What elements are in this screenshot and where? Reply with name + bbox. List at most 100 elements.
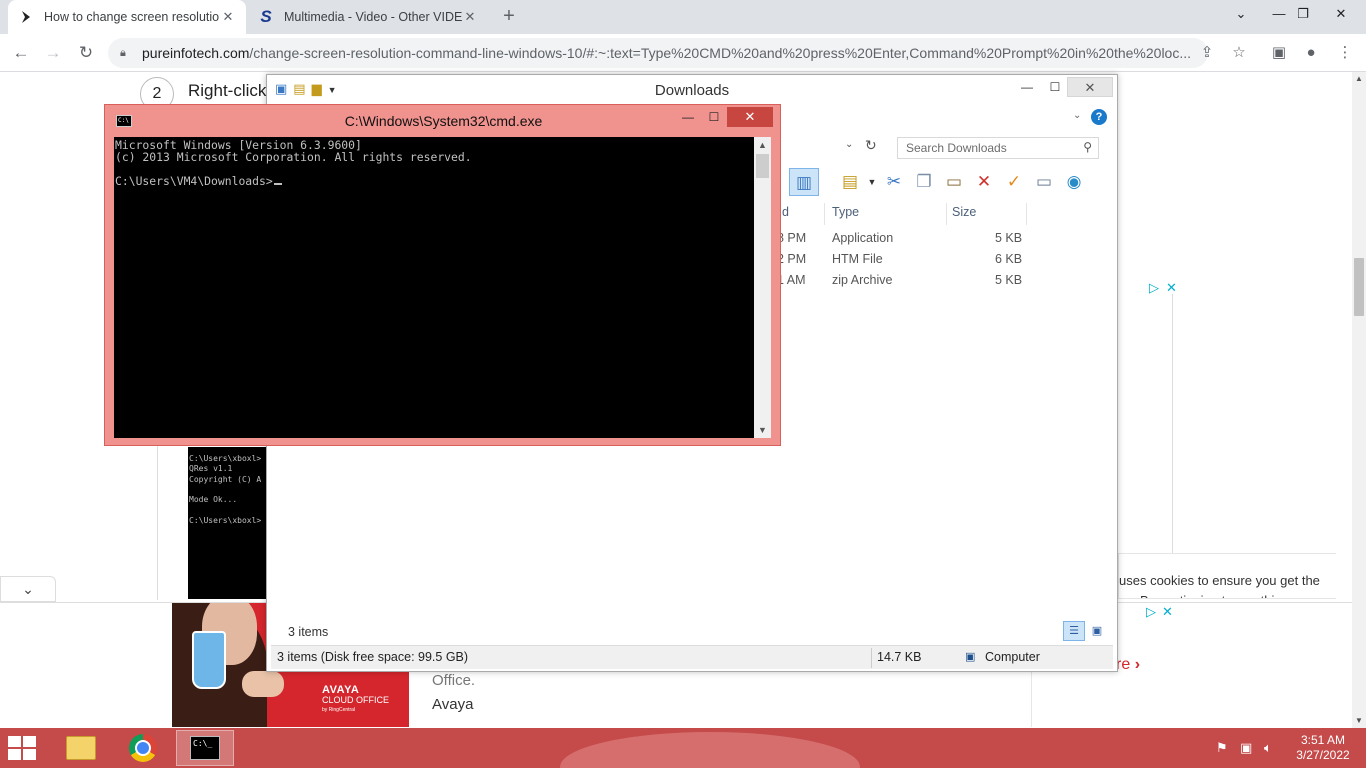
tab-multimedia-video[interactable]: S Multimedia - Video - Other VIDEO ✕ [248,0,488,34]
copy-icon[interactable]: ❐ [909,168,939,196]
ad-learn-more-link[interactable]: re › [1116,656,1140,674]
action-center-flag-icon[interactable]: ⚑ [1216,740,1228,756]
properties-check-icon[interactable]: ▤ [835,168,865,196]
cookie-text-line-1: uses cookies to ensure you get the [1119,573,1320,588]
scroll-down-icon[interactable]: ▼ [1352,714,1366,728]
rename-check-icon[interactable]: ✓ [999,168,1029,196]
address-dropdown-icon[interactable]: ⌄ [845,139,853,150]
scroll-up-icon[interactable]: ▲ [754,137,771,153]
address-bar[interactable]: 🔒︎ pureinfotech.com/change-screen-resolu… [108,38,1208,68]
column-type[interactable]: Type [827,203,947,225]
details-view-icon[interactable]: ☰ [1063,621,1085,641]
column-date[interactable]: d [777,203,825,225]
lock-icon: 🔒︎ [120,46,126,59]
side-panel-icon[interactable]: ▣ [1268,42,1290,64]
reload-icon[interactable]: ↻ [75,42,97,64]
share-icon[interactable]: ⇪ [1196,42,1218,64]
forward-arrow-icon[interactable]: → [42,42,64,64]
taskbar: C:\_ ⚑ ▣ 🔈︎ 3:51 AM 3/27/2022 [0,728,1366,768]
cookie-text-line-2: ce. By continuing to use this [1119,591,1336,598]
search-icon: ⚲ [1083,140,1092,154]
explorer-status-bar: 3 items (Disk free space: 99.5 GB) 14.7 … [271,645,1113,669]
explorer-title: Downloads [654,82,730,99]
pureinfotech-icon [18,9,34,25]
ad-close-icon[interactable]: ✕ [1166,280,1177,296]
text-field-icon[interactable]: ▭ [1029,168,1059,196]
collapse-chevron-down-icon[interactable]: ⌄ [0,576,56,602]
clock-time: 3:51 AM [1300,733,1346,747]
cmd-maximize-button[interactable]: ☐ [701,107,727,127]
tab-title: How to change screen resolution [44,10,220,24]
search-downloads-input[interactable]: Search Downloads ⚲ [897,137,1099,159]
cookie-notice: uses cookies to ensure you get the ce. B… [1118,553,1336,599]
command-prompt-window: C:\ C:\Windows\System32\cmd.exe — ☐ ✕ Mi… [104,104,781,446]
tab-strip: How to change screen resolution ✕ S Mult… [0,0,1366,34]
close-tab-icon[interactable]: ✕ [220,9,236,25]
file-row[interactable]: 1 AM zip Archive 5 KB [777,271,1107,292]
scrollbar-thumb[interactable] [756,154,769,178]
preview-pane-icon[interactable]: ▥ [789,168,819,196]
items-count: 3 items [288,625,329,639]
help-icon[interactable]: ? [1091,109,1107,125]
windows-start-icon[interactable] [8,736,38,760]
clock-date: 3/27/2022 [1296,748,1350,762]
globe-icon[interactable]: ◉ [1059,168,1089,196]
sidebar-divider [1172,294,1173,554]
status-location: Computer [985,650,1040,664]
cmd-close-button[interactable]: ✕ [727,107,773,127]
column-headers: d Type Size [777,203,1107,225]
coffee-cup-icon [192,631,226,689]
network-icon[interactable]: ▣ [1240,740,1252,756]
explorer-toolbar: ▥ ▤ ▼ ✂ ❐ ▭ ✕ ✓ ▭ ◉ [789,167,1089,197]
close-window-button[interactable]: ✕ [1318,0,1364,30]
delete-icon[interactable]: ✕ [969,168,999,196]
scroll-up-icon[interactable]: ▲ [1352,72,1366,86]
status-size: 14.7 KB [877,650,922,664]
large-icons-view-icon[interactable]: ▣ [1089,623,1105,639]
page-scrollbar[interactable]: ▲ ▼ [1352,72,1366,728]
ad-text-line-1: Office. [432,672,476,689]
taskbar-clock[interactable]: 3:51 AM 3/27/2022 [1290,733,1356,763]
file-row[interactable]: 8 PM Application 5 KB [777,229,1107,250]
refresh-icon[interactable]: ↻ [865,137,877,154]
avaya-logo: AVAYA CLOUD OFFICE by RingCentral [322,684,390,714]
volume-muted-icon[interactable]: 🔈︎ [1264,740,1272,756]
console-output[interactable]: Microsoft Windows [Version 6.3.9600] (c)… [114,137,754,438]
step-text: Right-click [188,81,267,100]
adchoices-icon[interactable]: ▷ [1146,604,1156,620]
cut-icon[interactable]: ✂ [879,168,909,196]
url-text: pureinfotech.com/change-screen-resolutio… [142,45,1192,61]
paste-icon[interactable]: ▭ [939,168,969,196]
chrome-taskbar-button[interactable] [114,730,172,766]
cmd-taskbar-button[interactable]: C:\_ [176,730,234,766]
computer-icon: ▣ [965,651,976,663]
s-logo-icon: S [260,7,272,26]
bookmark-star-icon[interactable]: ☆ [1228,42,1250,64]
dropdown-arrow-icon[interactable]: ▼ [865,168,879,196]
column-size[interactable]: Size [947,203,1027,225]
explorer-titlebar[interactable]: ▣▤▆▼ Downloads — ☐ ✕ [267,75,1117,105]
profile-avatar-icon[interactable]: ● [1300,42,1322,64]
ribbon-expand-chevron-icon[interactable]: ⌄ [1073,110,1081,121]
file-explorer-taskbar-button[interactable] [52,730,110,766]
tab-how-to-change-screen-resolution[interactable]: How to change screen resolution ✕ [8,0,246,34]
tab-title: Multimedia - Video - Other VIDEO [284,10,462,24]
cmd-minimize-button[interactable]: — [675,107,701,127]
status-divider [871,648,872,668]
cmd-icon: C:\_ [190,736,220,760]
menu-kebab-icon[interactable]: ⋮ [1334,42,1356,64]
scrollbar-thumb[interactable] [1354,258,1364,316]
chrome-icon [129,734,157,762]
ad-close-icon[interactable]: ✕ [1162,604,1173,620]
explorer-close-button[interactable]: ✕ [1067,77,1113,97]
back-arrow-icon[interactable]: ← [10,42,32,64]
explorer-maximize-button[interactable]: ☐ [1041,77,1069,97]
cmd-scrollbar[interactable]: ▲ ▼ [754,137,771,438]
close-tab-icon[interactable]: ✕ [462,9,478,25]
adchoices-icon[interactable]: ▷ [1149,280,1159,296]
explorer-minimize-button[interactable]: — [1013,77,1041,97]
code-screenshot-image: C:\Users\xboxl> QRes v1.1 Copyright (C) … [188,447,266,599]
scroll-down-icon[interactable]: ▼ [754,422,771,438]
file-row[interactable]: 2 PM HTM File 6 KB [777,250,1107,271]
new-tab-button[interactable]: + [498,6,520,28]
